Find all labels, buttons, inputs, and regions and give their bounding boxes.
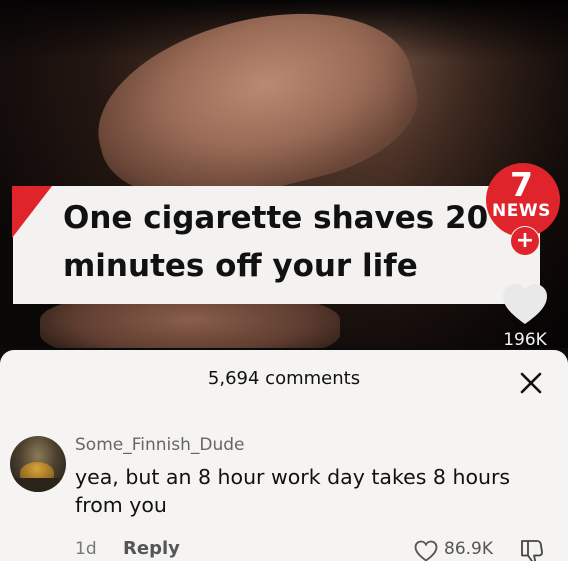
- heart-outline-icon[interactable]: [414, 540, 438, 561]
- logo-word: NEWS: [492, 201, 551, 221]
- comment-text: yea, but an 8 hour work day takes 8 hour…: [75, 465, 511, 517]
- avatar-image-ground: [10, 478, 66, 492]
- avatar[interactable]: [10, 436, 66, 492]
- video-like-count: 196K: [503, 330, 547, 350]
- comment-like-count: 86.9K: [444, 539, 493, 559]
- heart-icon[interactable]: [501, 282, 549, 326]
- comments-count: 5,694 comments: [207, 368, 361, 389]
- follow-button[interactable]: +: [510, 226, 540, 256]
- red-corner-accent: [12, 186, 52, 238]
- comment-username[interactable]: Some_Finnish_Dude: [75, 435, 245, 455]
- comments-sheet: 5,694 comments Some_Finnish_Dude yea, bu…: [0, 350, 568, 561]
- comment-time: 1d: [75, 539, 97, 559]
- headline-caption: One cigarette shaves 20 minutes off your…: [12, 186, 540, 304]
- close-icon[interactable]: [518, 370, 544, 396]
- dislike-icon[interactable]: [519, 538, 547, 561]
- logo-number: 7: [510, 165, 533, 204]
- headline-line-2: minutes off your life: [63, 248, 418, 284]
- headline-line-1: One cigarette shaves 20: [63, 200, 489, 236]
- reply-button[interactable]: Reply: [123, 538, 180, 559]
